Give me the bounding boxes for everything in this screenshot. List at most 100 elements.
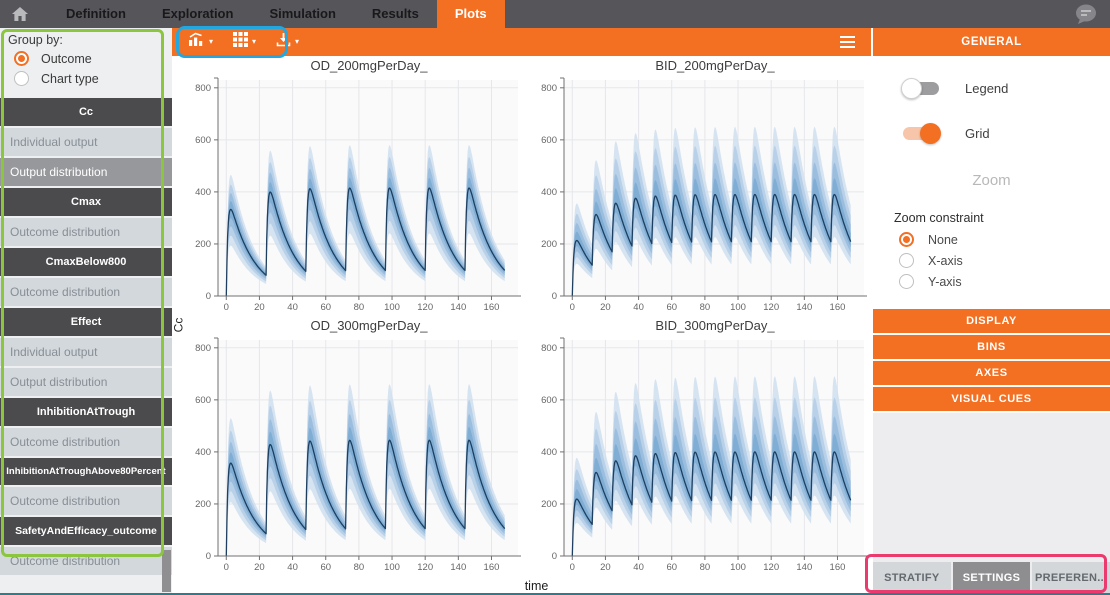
zoom-constraint-x-axis[interactable]: X-axis	[899, 253, 1110, 268]
plot-title-bid-200mgperday: BID_200mgPerDay_	[530, 56, 870, 75]
plots-grid: OD_200mgPerDay_0200400600800020406080100…	[184, 56, 865, 576]
subplot-bid-300mgperday: BID_300mgPerDay_020040060080002040608010…	[530, 316, 870, 576]
svg-text:120: 120	[763, 302, 779, 313]
nav-tab-definition[interactable]: Definition	[48, 0, 144, 28]
visual-cues-section-header[interactable]: VISUAL CUES	[873, 387, 1110, 413]
svg-text:60: 60	[320, 302, 331, 313]
svg-text:140: 140	[796, 302, 812, 313]
sidebar-item-outcome-distribution[interactable]: Outcome distribution	[0, 218, 172, 246]
radio-x-axis[interactable]	[899, 253, 914, 268]
layout-grid-button[interactable]: ▾	[233, 32, 256, 52]
svg-text:200: 200	[195, 499, 211, 510]
svg-text:80: 80	[700, 302, 711, 313]
bins-section-header[interactable]: BINS	[873, 335, 1110, 361]
svg-text:80: 80	[700, 562, 711, 573]
nav-tab-results[interactable]: Results	[354, 0, 437, 28]
sidebar-item-individual-output[interactable]: Individual output	[0, 338, 172, 366]
plot-type-list: CcIndividual outputOutput distributionCm…	[0, 98, 172, 577]
svg-text:600: 600	[195, 135, 211, 146]
svg-text:800: 800	[195, 343, 211, 354]
sidebar-group-cmax: Cmax	[0, 188, 172, 216]
export-download-button[interactable]: ▾	[276, 32, 299, 52]
legend-toggle[interactable]	[903, 82, 939, 95]
tab-preferen[interactable]: PREFEREN...	[1032, 562, 1110, 593]
sidebar-item-individual-output[interactable]: Individual output	[0, 128, 172, 156]
nav-tabs: DefinitionExplorationSimulationResultsPl…	[48, 0, 505, 28]
svg-text:40: 40	[633, 562, 644, 573]
layout-grid-icon	[233, 32, 248, 52]
svg-text:600: 600	[541, 135, 557, 146]
sidebar-item-output-distribution[interactable]: Output distribution	[0, 368, 172, 396]
grid-toggle[interactable]	[903, 127, 939, 140]
group-by-option-chart-type[interactable]: Chart type	[14, 71, 164, 86]
svg-text:20: 20	[254, 562, 265, 573]
plot-toolbar: ▾ ▾ ▾	[172, 28, 871, 56]
zoom-constraint-label: Zoom constraint	[894, 211, 1110, 225]
settings-sections: DISPLAYBINSAXESVISUAL CUES	[873, 309, 1110, 413]
tab-settings[interactable]: SETTINGS	[953, 562, 1031, 593]
sidebar: Group by: Outcome Chart type CcIndividual…	[0, 28, 172, 595]
zoom-constraint-option-label: X-axis	[928, 254, 963, 268]
svg-text:0: 0	[552, 551, 557, 562]
tab-stratify[interactable]: STRATIFY	[873, 562, 951, 593]
svg-text:600: 600	[195, 395, 211, 406]
svg-text:400: 400	[195, 447, 211, 458]
nav-tab-simulation[interactable]: Simulation	[251, 0, 353, 28]
svg-text:140: 140	[450, 562, 466, 573]
radio-outcome[interactable]	[14, 51, 29, 66]
axes-section-header[interactable]: AXES	[873, 361, 1110, 387]
sidebar-group-effect: Effect	[0, 308, 172, 336]
display-section-header[interactable]: DISPLAY	[873, 309, 1110, 335]
plot-canvas-bid-300mgperday[interactable]: 0200400600800020406080100120140160	[530, 335, 870, 576]
radio-y-axis[interactable]	[899, 274, 914, 289]
zoom-title: Zoom	[873, 172, 1110, 189]
plot-canvas-bid-200mgperday[interactable]: 0200400600800020406080100120140160	[530, 75, 870, 316]
sidebar-group-inhibitionattroughabove80percent: InhibitionAtTroughAbove80Percent	[0, 458, 172, 485]
sidebar-scrollbar-thumb[interactable]	[162, 550, 171, 592]
svg-text:0: 0	[224, 302, 229, 313]
toggles: LegendGrid	[873, 78, 1110, 144]
hamburger-menu-icon[interactable]	[840, 36, 855, 48]
nav-tab-exploration[interactable]: Exploration	[144, 0, 252, 28]
plot-canvas-od-200mgperday[interactable]: 0200400600800020406080100120140160	[184, 75, 524, 316]
sidebar-item-output-distribution[interactable]: Output distribution	[0, 158, 172, 186]
svg-text:100: 100	[730, 562, 746, 573]
svg-text:60: 60	[666, 302, 677, 313]
sidebar-item-outcome-distribution[interactable]: Outcome distribution	[0, 487, 172, 515]
general-section-header[interactable]: GENERAL	[873, 28, 1110, 56]
home-icon[interactable]	[12, 7, 28, 21]
svg-text:20: 20	[600, 302, 611, 313]
svg-text:400: 400	[195, 187, 211, 198]
speech-bubble-icon[interactable]	[1074, 3, 1098, 30]
svg-text:0: 0	[552, 291, 557, 302]
plot-canvas-od-300mgperday[interactable]: 0200400600800020406080100120140160	[184, 335, 524, 576]
radio-chart-type[interactable]	[14, 71, 29, 86]
svg-text:600: 600	[541, 395, 557, 406]
sidebar-group-safetyandefficacy-outcome: SafetyAndEfficacy_outcome	[0, 517, 172, 545]
svg-text:0: 0	[206, 551, 211, 562]
sidebar-item-outcome-distribution[interactable]: Outcome distribution	[0, 547, 172, 575]
sidebar-item-outcome-distribution[interactable]: Outcome distribution	[0, 428, 172, 456]
group-by-option-outcome[interactable]: Outcome	[14, 51, 164, 66]
svg-text:20: 20	[600, 562, 611, 573]
chart-type-button[interactable]: ▾	[188, 32, 213, 52]
plot-title-od-300mgperday: OD_300mgPerDay_	[184, 316, 524, 335]
svg-text:0: 0	[206, 291, 211, 302]
zoom-constraint-option-label: None	[928, 233, 958, 247]
nav-tab-plots[interactable]: Plots	[437, 0, 505, 28]
radio-none[interactable]	[899, 232, 914, 247]
svg-text:800: 800	[541, 83, 557, 94]
svg-text:40: 40	[633, 302, 644, 313]
group-by-label: Group by:	[8, 33, 164, 47]
svg-text:800: 800	[195, 83, 211, 94]
zoom-constraint-none[interactable]: None	[899, 232, 1110, 247]
svg-text:160: 160	[830, 302, 846, 313]
sidebar-group-inhibitionattrough: InhibitionAtTrough	[0, 398, 172, 426]
sidebar-item-outcome-distribution[interactable]: Outcome distribution	[0, 278, 172, 306]
subplot-od-200mgperday: OD_200mgPerDay_0200400600800020406080100…	[184, 56, 524, 316]
zoom-constraint-options: None X-axis Y-axis	[873, 232, 1110, 289]
sidebar-group-cmaxbelow800: CmaxBelow800	[0, 248, 172, 276]
chart-type-icon	[188, 32, 205, 52]
svg-text:100: 100	[730, 302, 746, 313]
zoom-constraint-y-axis[interactable]: Y-axis	[899, 274, 1110, 289]
